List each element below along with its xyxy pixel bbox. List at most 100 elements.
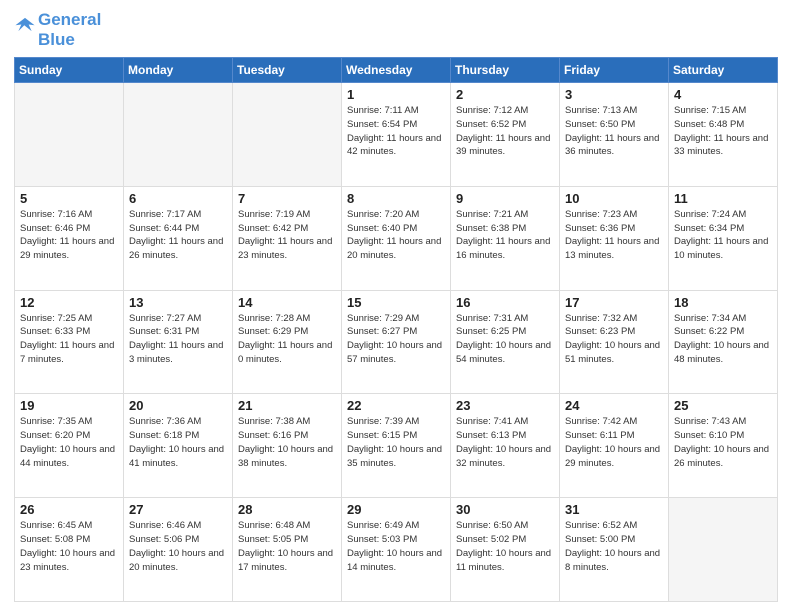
day-number: 18: [674, 295, 772, 310]
day-info: Sunrise: 6:52 AM Sunset: 5:00 PM Dayligh…: [565, 519, 663, 574]
calendar-cell: 6Sunrise: 7:17 AM Sunset: 6:44 PM Daylig…: [124, 186, 233, 290]
day-info: Sunrise: 7:29 AM Sunset: 6:27 PM Dayligh…: [347, 312, 445, 367]
day-info: Sunrise: 7:38 AM Sunset: 6:16 PM Dayligh…: [238, 415, 336, 470]
calendar-week-3: 12 Sunrise: 7:25 AM Sunset: 6:33 PM Dayli…: [15, 290, 778, 394]
day-number: 2: [456, 87, 554, 102]
calendar-cell: [15, 83, 124, 187]
day-number: 11: [674, 191, 772, 206]
day-info: Sunrise: 7:12 AM Sunset: 6:52 PM Dayligh…: [456, 104, 554, 159]
day-number: 23: [456, 398, 554, 413]
day-info: Sunrise: 7:11 AM Sunset: 6:54 PM Dayligh…: [347, 104, 445, 159]
day-number: 19: [20, 398, 118, 413]
day-info: Sunrise: 7:13 AM Sunset: 6:50 PM Dayligh…: [565, 104, 663, 159]
day-number: 5: [20, 191, 118, 206]
day-number: 25: [674, 398, 772, 413]
calendar-cell: 9 Sunrise: 7:21 AM Sunset: 6:38 PM Daylig…: [451, 186, 560, 290]
day-info: Sunrise: 7:23 AM Sunset: 6:36 PM Dayligh…: [565, 208, 663, 263]
day-info: Sunrise: 7:43 AM Sunset: 6:10 PM Dayligh…: [674, 415, 772, 470]
day-info: Sunrise: 6:49 AM Sunset: 5:03 PM Dayligh…: [347, 519, 445, 574]
day-info: Sunrise: 7:32 AM Sunset: 6:23 PM Dayligh…: [565, 312, 663, 367]
calendar-cell: 12 Sunrise: 7:25 AM Sunset: 6:33 PM Dayli…: [15, 290, 124, 394]
calendar-cell: 5 Sunrise: 7:16 AM Sunset: 6:46 PM Daylig…: [15, 186, 124, 290]
day-info: Sunrise: 7:34 AM Sunset: 6:22 PM Dayligh…: [674, 312, 772, 367]
day-info: Sunrise: 7:21 AM Sunset: 6:38 PM Dayligh…: [456, 208, 554, 263]
day-number: 9: [456, 191, 554, 206]
weekday-header-monday: Monday: [124, 58, 233, 83]
header: General Blue: [14, 10, 778, 49]
logo-blue: Blue: [38, 30, 101, 50]
logo: General Blue: [14, 10, 101, 49]
calendar-cell: 14 Sunrise: 7:28 AM Sunset: 6:29 PM Dayli…: [233, 290, 342, 394]
day-number: 17: [565, 295, 663, 310]
calendar-cell: 18 Sunrise: 7:34 AM Sunset: 6:22 PM Dayli…: [669, 290, 778, 394]
calendar-cell: 4 Sunrise: 7:15 AM Sunset: 6:48 PM Daylig…: [669, 83, 778, 187]
day-number: 27: [129, 502, 227, 517]
day-number: 10: [565, 191, 663, 206]
day-info: Sunrise: 7:28 AM Sunset: 6:29 PM Dayligh…: [238, 312, 336, 367]
calendar-cell: [233, 83, 342, 187]
calendar-cell: 16Sunrise: 7:31 AM Sunset: 6:25 PM Dayli…: [451, 290, 560, 394]
day-info: Sunrise: 7:39 AM Sunset: 6:15 PM Dayligh…: [347, 415, 445, 470]
day-info: Sunrise: 7:35 AM Sunset: 6:20 PM Dayligh…: [20, 415, 118, 470]
weekday-header-tuesday: Tuesday: [233, 58, 342, 83]
day-number: 20: [129, 398, 227, 413]
calendar-cell: 30Sunrise: 6:50 AM Sunset: 5:02 PM Dayli…: [451, 498, 560, 602]
day-info: Sunrise: 6:45 AM Sunset: 5:08 PM Dayligh…: [20, 519, 118, 574]
day-number: 15: [347, 295, 445, 310]
day-number: 4: [674, 87, 772, 102]
day-info: Sunrise: 7:41 AM Sunset: 6:13 PM Dayligh…: [456, 415, 554, 470]
calendar-cell: 23 Sunrise: 7:41 AM Sunset: 6:13 PM Dayli…: [451, 394, 560, 498]
calendar-cell: 28 Sunrise: 6:48 AM Sunset: 5:05 PM Dayli…: [233, 498, 342, 602]
day-info: Sunrise: 7:42 AM Sunset: 6:11 PM Dayligh…: [565, 415, 663, 470]
day-info: Sunrise: 7:16 AM Sunset: 6:46 PM Dayligh…: [20, 208, 118, 263]
calendar-cell: 10 Sunrise: 7:23 AM Sunset: 6:36 PM Dayli…: [560, 186, 669, 290]
day-number: 8: [347, 191, 445, 206]
day-info: Sunrise: 6:46 AM Sunset: 5:06 PM Dayligh…: [129, 519, 227, 574]
calendar-cell: [669, 498, 778, 602]
day-number: 24: [565, 398, 663, 413]
day-info: Sunrise: 6:48 AM Sunset: 5:05 PM Dayligh…: [238, 519, 336, 574]
weekday-header-saturday: Saturday: [669, 58, 778, 83]
weekday-header-thursday: Thursday: [451, 58, 560, 83]
calendar-cell: 2 Sunrise: 7:12 AM Sunset: 6:52 PM Daylig…: [451, 83, 560, 187]
calendar-week-1: 1 Sunrise: 7:11 AM Sunset: 6:54 PM Daylig…: [15, 83, 778, 187]
logo-general: General: [38, 10, 101, 30]
day-info: Sunrise: 7:27 AM Sunset: 6:31 PM Dayligh…: [129, 312, 227, 367]
weekday-header-sunday: Sunday: [15, 58, 124, 83]
day-number: 13: [129, 295, 227, 310]
calendar-cell: 11 Sunrise: 7:24 AM Sunset: 6:34 PM Dayli…: [669, 186, 778, 290]
day-info: Sunrise: 7:25 AM Sunset: 6:33 PM Dayligh…: [20, 312, 118, 367]
logo-icon: [14, 15, 36, 37]
weekday-header-row: SundayMondayTuesdayWednesdayThursdayFrid…: [15, 58, 778, 83]
calendar-table: SundayMondayTuesdayWednesdayThursdayFrid…: [14, 57, 778, 602]
calendar-cell: 20Sunrise: 7:36 AM Sunset: 6:18 PM Dayli…: [124, 394, 233, 498]
calendar-cell: 25 Sunrise: 7:43 AM Sunset: 6:10 PM Dayli…: [669, 394, 778, 498]
day-number: 1: [347, 87, 445, 102]
day-number: 26: [20, 502, 118, 517]
calendar-cell: 29Sunrise: 6:49 AM Sunset: 5:03 PM Dayli…: [342, 498, 451, 602]
day-number: 31: [565, 502, 663, 517]
calendar-cell: 7 Sunrise: 7:19 AM Sunset: 6:42 PM Daylig…: [233, 186, 342, 290]
calendar-cell: 8Sunrise: 7:20 AM Sunset: 6:40 PM Daylig…: [342, 186, 451, 290]
day-number: 3: [565, 87, 663, 102]
calendar-cell: 3 Sunrise: 7:13 AM Sunset: 6:50 PM Daylig…: [560, 83, 669, 187]
day-number: 12: [20, 295, 118, 310]
calendar-week-4: 19 Sunrise: 7:35 AM Sunset: 6:20 PM Dayli…: [15, 394, 778, 498]
calendar-cell: 27 Sunrise: 6:46 AM Sunset: 5:06 PM Dayli…: [124, 498, 233, 602]
page: General Blue SundayMondayTuesdayWednesda…: [0, 0, 792, 612]
day-info: Sunrise: 7:24 AM Sunset: 6:34 PM Dayligh…: [674, 208, 772, 263]
day-info: Sunrise: 7:15 AM Sunset: 6:48 PM Dayligh…: [674, 104, 772, 159]
calendar-cell: 31 Sunrise: 6:52 AM Sunset: 5:00 PM Dayli…: [560, 498, 669, 602]
day-number: 14: [238, 295, 336, 310]
calendar-cell: 13 Sunrise: 7:27 AM Sunset: 6:31 PM Dayli…: [124, 290, 233, 394]
calendar-cell: 17 Sunrise: 7:32 AM Sunset: 6:23 PM Dayli…: [560, 290, 669, 394]
calendar-cell: 19 Sunrise: 7:35 AM Sunset: 6:20 PM Dayli…: [15, 394, 124, 498]
calendar-week-5: 26 Sunrise: 6:45 AM Sunset: 5:08 PM Dayli…: [15, 498, 778, 602]
calendar-cell: 22Sunrise: 7:39 AM Sunset: 6:15 PM Dayli…: [342, 394, 451, 498]
day-info: Sunrise: 7:19 AM Sunset: 6:42 PM Dayligh…: [238, 208, 336, 263]
day-info: Sunrise: 7:17 AM Sunset: 6:44 PM Dayligh…: [129, 208, 227, 263]
day-number: 7: [238, 191, 336, 206]
day-info: Sunrise: 6:50 AM Sunset: 5:02 PM Dayligh…: [456, 519, 554, 574]
day-info: Sunrise: 7:31 AM Sunset: 6:25 PM Dayligh…: [456, 312, 554, 367]
day-number: 28: [238, 502, 336, 517]
